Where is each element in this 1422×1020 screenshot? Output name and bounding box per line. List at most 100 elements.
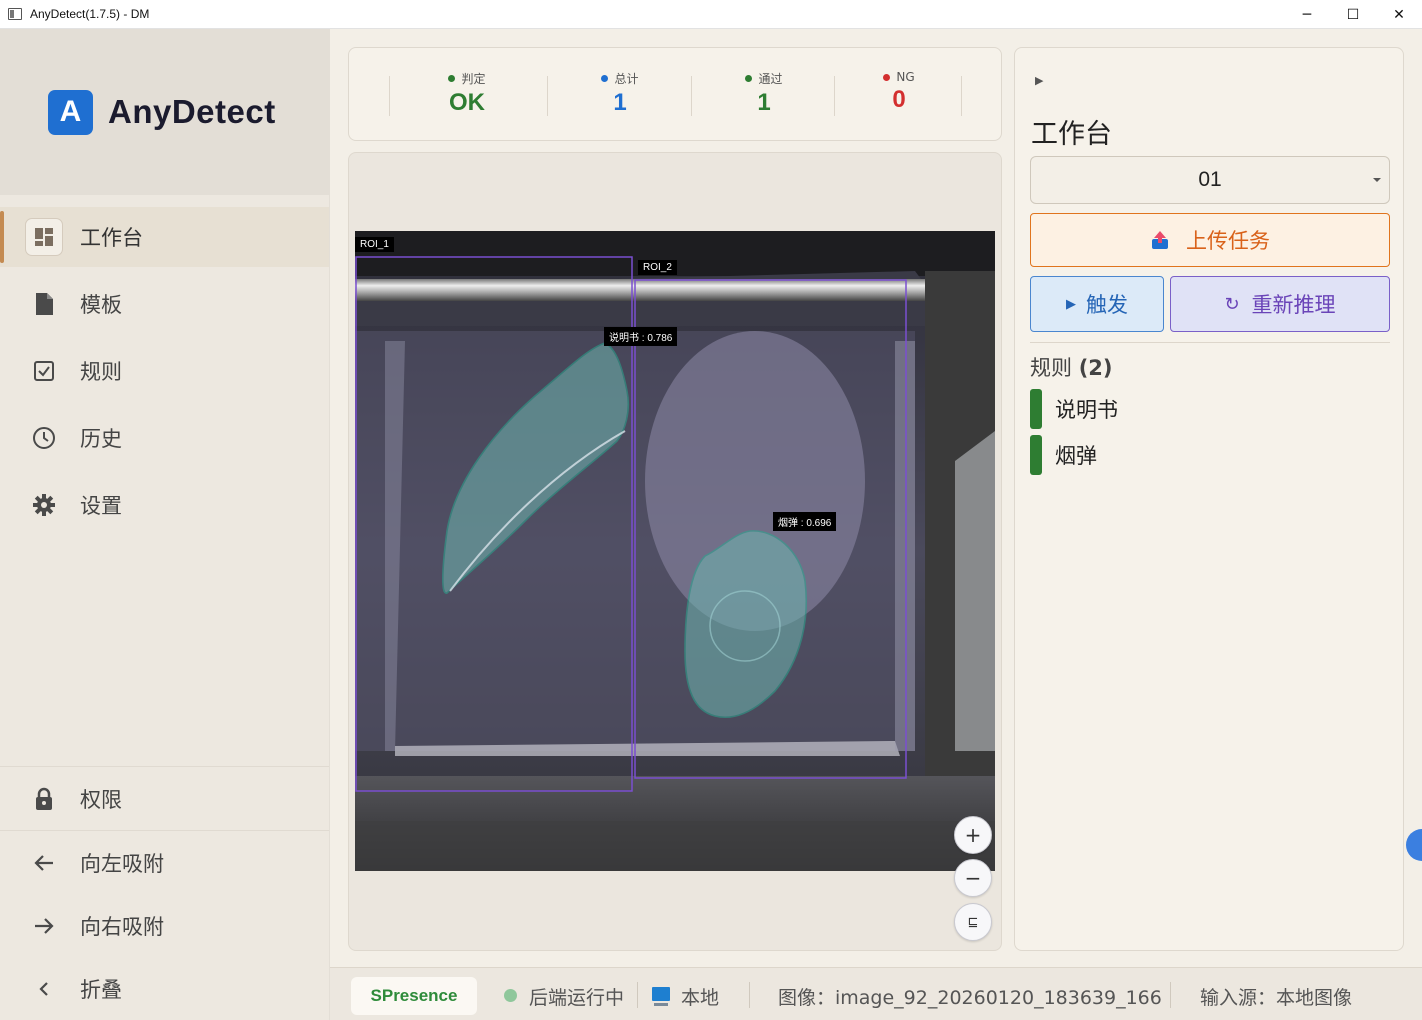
roi-2-label: ROI_2	[638, 260, 677, 275]
play-icon: ▶	[1066, 296, 1076, 312]
rules-heading: 规则 (2)	[1030, 352, 1113, 382]
maximize-button[interactable]: ☐	[1330, 0, 1376, 29]
nav-label: 折叠	[80, 978, 122, 1002]
reinfer-button[interactable]: ↻ 重新推理	[1170, 276, 1390, 332]
stat-label: 判定	[461, 72, 486, 86]
trigger-button[interactable]: ▶ 触发	[1030, 276, 1164, 332]
rule-item[interactable]: 说明书	[1030, 389, 1390, 429]
nav-item-rules[interactable]: 规则	[0, 341, 329, 401]
checkbox-icon	[30, 357, 58, 385]
rule-name: 说明书	[1055, 398, 1118, 422]
stats-card: 判定 OK 总计 1 通过 1 NG 0	[348, 47, 1002, 141]
rule-item[interactable]: 烟弹	[1030, 435, 1390, 475]
fit-view-button[interactable]: ⊑	[954, 903, 992, 941]
minimize-button[interactable]: ─	[1284, 0, 1330, 29]
nav-item-template[interactable]: 模板	[0, 274, 329, 334]
status-divider	[637, 982, 638, 1008]
nav-item-snap-left[interactable]: 向左吸附	[0, 833, 329, 893]
rules-count: (2)	[1078, 356, 1113, 380]
backend-status-dot	[504, 989, 517, 1002]
trigger-label: 触发	[1086, 293, 1128, 317]
nav-item-snap-right[interactable]: 向右吸附	[0, 896, 329, 956]
nav-label: 规则	[80, 360, 122, 384]
status-dot	[448, 75, 456, 82]
nav-item-history[interactable]: 历史	[0, 408, 329, 468]
stat-value: OK	[449, 89, 485, 116]
image-right-plate	[955, 431, 995, 751]
stat-divider	[547, 76, 548, 116]
stat-label: NG	[896, 70, 915, 84]
reinfer-label: 重新推理	[1251, 293, 1336, 317]
stat-divider	[691, 76, 692, 116]
status-bar: SPresence 后端运行中 本地 图像：image_92_20260120_…	[330, 967, 1422, 1020]
task-select-value: 01	[1198, 168, 1222, 191]
close-button[interactable]: ✕	[1376, 0, 1422, 29]
upload-label: 上传任务	[1186, 229, 1270, 253]
clock-icon	[30, 424, 58, 452]
status-divider	[749, 982, 750, 1008]
task-select[interactable]: 01	[1030, 156, 1390, 204]
app-icon	[8, 8, 22, 20]
nav-divider	[0, 766, 329, 767]
nav-label: 历史	[80, 427, 122, 451]
nav-label: 向左吸附	[80, 852, 164, 876]
logo-mark: A	[48, 89, 93, 135]
nav-label: 设置	[80, 494, 122, 518]
status-divider	[1170, 982, 1171, 1008]
stat-value: 1	[757, 89, 771, 116]
panel-divider	[1030, 342, 1390, 343]
detection-label-manual: 说明书 : 0.786	[604, 327, 678, 346]
zoom-out-button[interactable]: −	[954, 859, 992, 897]
stat-value: 1	[613, 89, 627, 116]
dashboard-icon	[25, 218, 63, 256]
panel-title: 工作台	[1031, 119, 1112, 150]
file-icon	[30, 290, 58, 318]
sidebar: A AnyDetect 工作台 模板 规则 历史 设置 权限 向左吸附 向右吸附…	[0, 29, 330, 1020]
backend-status: 后端运行中	[529, 987, 625, 1009]
nav-item-permissions[interactable]: 权限	[0, 769, 329, 829]
logo-area: A AnyDetect	[0, 29, 329, 195]
rules-heading-label: 规则	[1030, 356, 1072, 380]
upload-task-button[interactable]: 上传任务	[1030, 213, 1390, 267]
lock-icon	[30, 785, 58, 813]
arrow-left-icon	[30, 849, 58, 877]
nav-label: 权限	[80, 788, 122, 812]
zoom-in-button[interactable]: +	[954, 816, 992, 854]
image-floor-shadow	[355, 821, 995, 871]
stat-value: 0	[892, 86, 906, 113]
nav-label: 工作台	[80, 226, 143, 250]
nav-item-settings[interactable]: 设置	[0, 475, 329, 535]
monitor-icon	[652, 987, 670, 1006]
stat-ng: NG 0	[839, 70, 959, 114]
nav-label: 模板	[80, 293, 122, 317]
detection-label-cartridge: 烟弹 : 0.696	[773, 512, 837, 531]
roi-1-label: ROI_1	[355, 237, 394, 252]
caret-down-icon	[1373, 178, 1381, 182]
rule-name: 烟弹	[1055, 444, 1097, 468]
refresh-icon: ↻	[1224, 293, 1240, 315]
image-box-edge-right	[895, 341, 915, 751]
collapse-arrow-icon[interactable]: ▶	[1035, 74, 1043, 87]
stat-divider	[834, 76, 835, 116]
arrow-right-icon	[30, 912, 58, 940]
spresence-badge[interactable]: SPresence	[351, 977, 477, 1015]
rule-color-bar	[1030, 435, 1042, 475]
rule-color-bar	[1030, 389, 1042, 429]
source-mode: 本地	[681, 987, 720, 1009]
title-bar: AnyDetect(1.7.5) - DM ─ ☐ ✕	[0, 0, 1422, 29]
nav-item-workbench[interactable]: 工作台	[0, 207, 329, 267]
current-image: 图像：image_92_20260120_183639_166	[778, 987, 1162, 1009]
status-dot	[601, 75, 609, 82]
stat-total: 总计 1	[560, 70, 680, 117]
chevron-left-icon	[30, 975, 58, 1003]
nav-label: 向右吸附	[80, 915, 164, 939]
nav-divider	[0, 830, 329, 831]
side-handle-button[interactable]	[1406, 829, 1422, 861]
window-title: AnyDetect(1.7.5) - DM	[30, 7, 150, 21]
stat-label: 总计	[614, 72, 639, 86]
nav-item-collapse[interactable]: 折叠	[0, 959, 329, 1019]
right-panel: ▶ 工作台 01 上传任务 ▶ 触发 ↻ 重新推理 规则 (2) 说明书 烟弹	[1014, 47, 1404, 951]
image-metal-bar	[355, 279, 930, 301]
stat-judgement: 判定 OK	[407, 70, 527, 117]
status-dot	[883, 73, 891, 81]
